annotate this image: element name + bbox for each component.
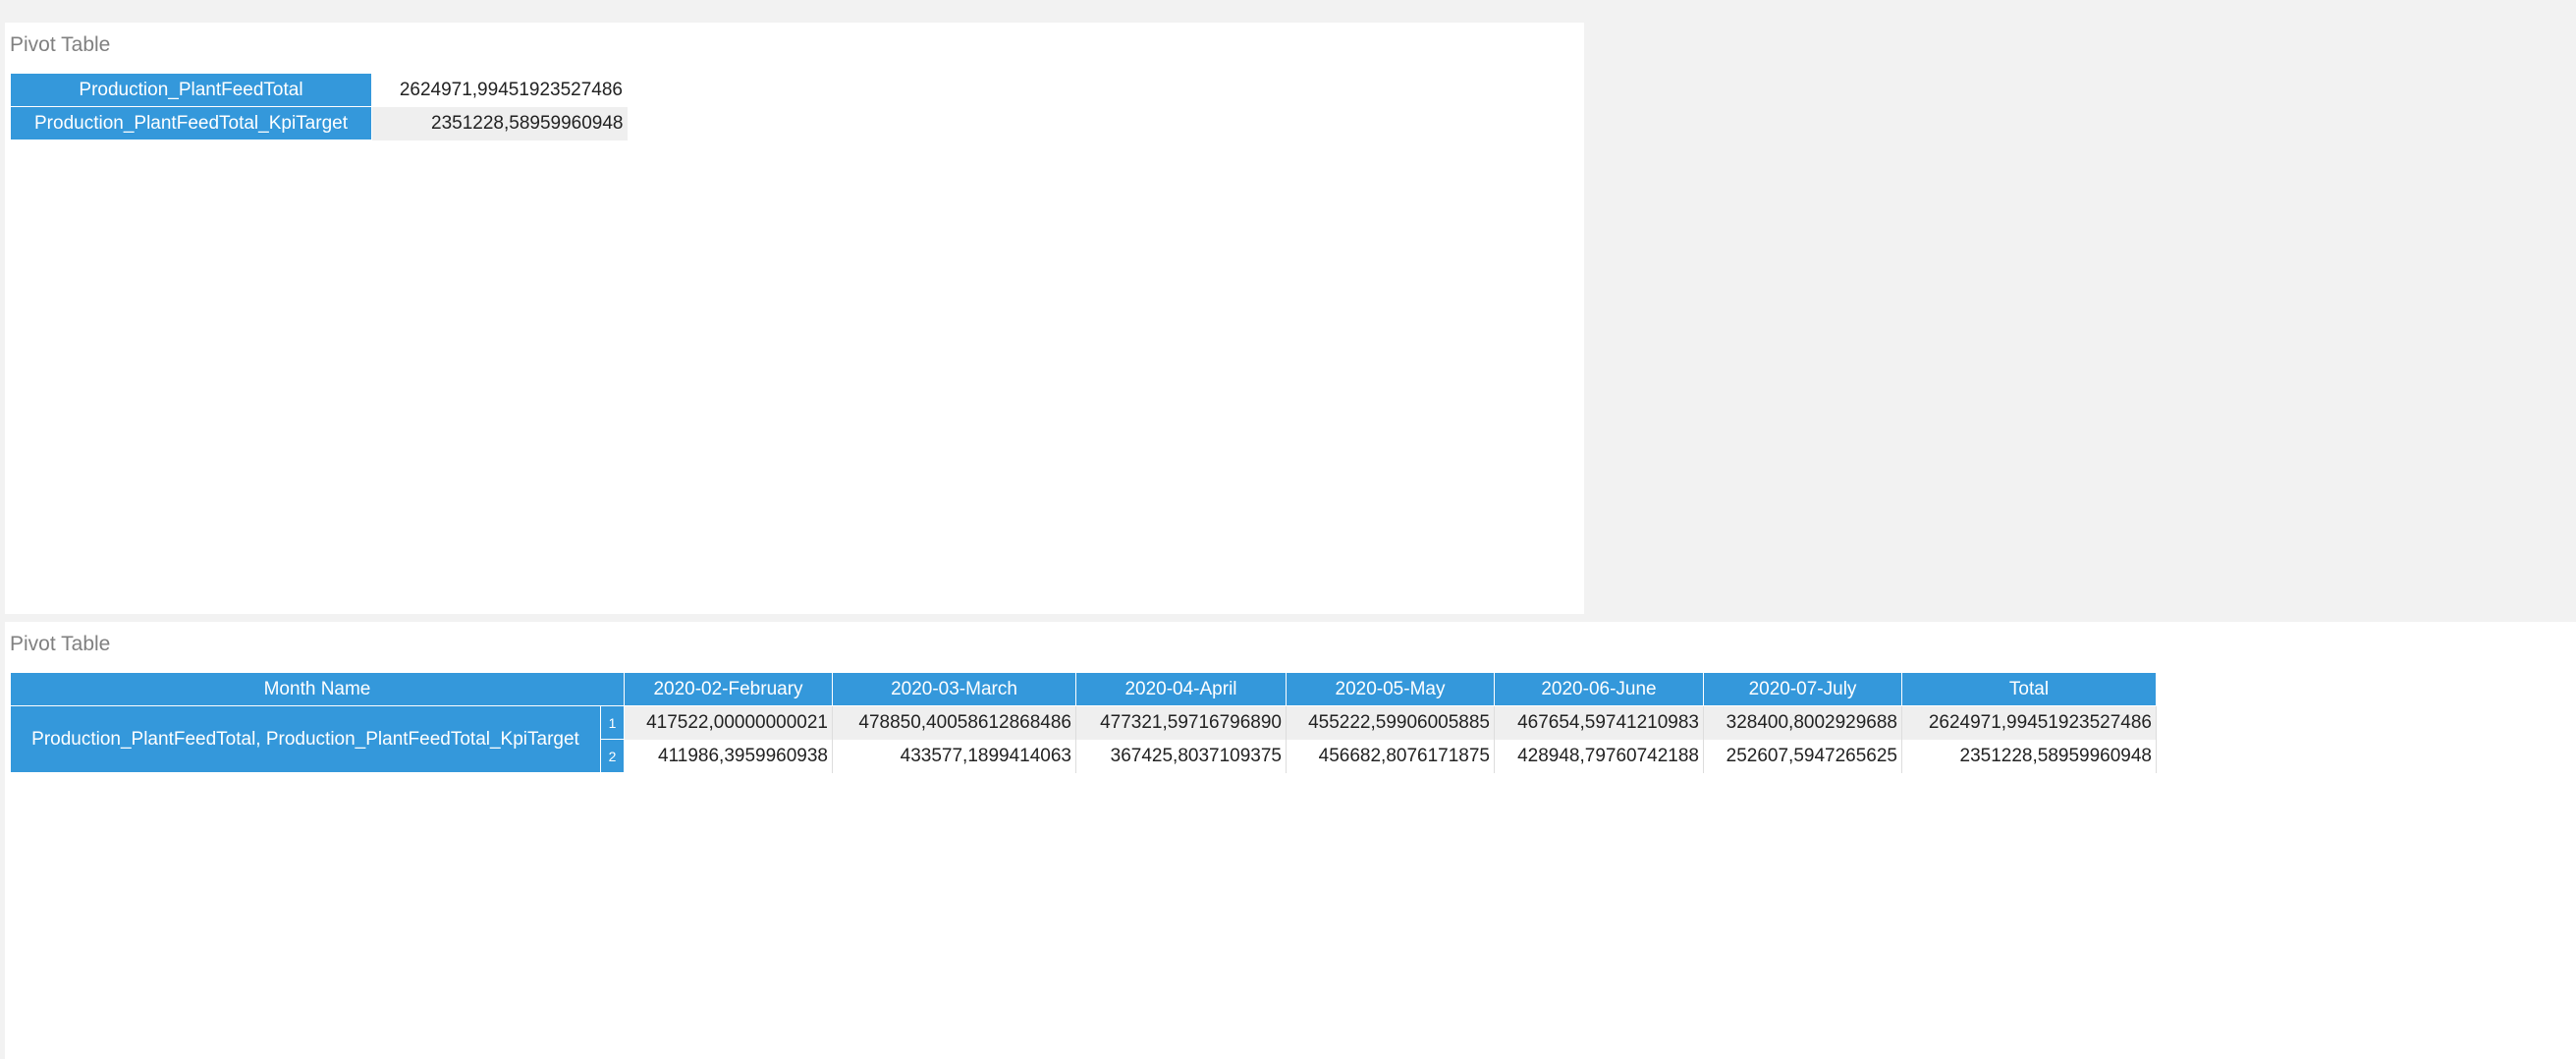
table-row: Production_PlantFeedTotal, Production_Pl… — [10, 705, 2157, 773]
column-header-month[interactable]: 2020-06-June — [1494, 672, 1704, 706]
value-cell[interactable]: 367425,8037109375 — [1075, 739, 1287, 773]
total-cell[interactable]: 2351228,58959960948 — [1901, 739, 2157, 773]
row-index: 1 — [600, 705, 625, 740]
table-row: Production_PlantFeedTotal 2624971,994519… — [10, 73, 628, 107]
column-header-month[interactable]: 2020-02-February — [624, 672, 833, 706]
panel-title: Pivot Table — [10, 33, 111, 56]
column-header-month-name[interactable]: Month Name — [10, 672, 625, 706]
value-cell[interactable]: 252607,5947265625 — [1703, 739, 1902, 773]
value-cell[interactable]: 428948,79760742188 — [1494, 739, 1704, 773]
value-cell[interactable]: 467654,59741210983 — [1494, 705, 1704, 740]
value-cell[interactable]: 433577,1899414063 — [832, 739, 1076, 773]
column-header-month[interactable]: 2020-05-May — [1286, 672, 1495, 706]
monthly-pivot-table: Month Name 2020-02-February 2020-03-Marc… — [10, 672, 2157, 773]
header-row: Month Name 2020-02-February 2020-03-Marc… — [10, 672, 2157, 706]
pivot-panel-monthly: Pivot Table Month Name 2020-02-February … — [5, 622, 2576, 1059]
column-header-month[interactable]: 2020-04-April — [1075, 672, 1287, 706]
value-cell[interactable]: 456682,8076171875 — [1286, 739, 1495, 773]
row-header-plant-feed-total[interactable]: Production_PlantFeedTotal — [10, 73, 372, 107]
total-cell[interactable]: 2624971,99451923527486 — [1901, 705, 2157, 740]
panel-title: Pivot Table — [10, 633, 111, 655]
column-header-month[interactable]: 2020-03-March — [832, 672, 1076, 706]
pivot-panel-kpi: Pivot Table Production_PlantFeedTotal 26… — [5, 23, 1584, 614]
column-header-month[interactable]: 2020-07-July — [1703, 672, 1902, 706]
value-cell[interactable]: 477321,59716796890 — [1075, 705, 1287, 740]
value-cell[interactable]: 417522,00000000021 — [624, 705, 833, 740]
column-header-total[interactable]: Total — [1901, 672, 2157, 706]
value-cell[interactable]: 455222,59906005885 — [1286, 705, 1495, 740]
table-row: Production_PlantFeedTotal_KpiTarget 2351… — [10, 106, 628, 140]
value-cell[interactable]: 2624971,99451923527486 — [371, 73, 628, 107]
row-header-plant-feed-kpi-target[interactable]: Production_PlantFeedTotal_KpiTarget — [10, 106, 372, 140]
kpi-pivot-table: Production_PlantFeedTotal 2624971,994519… — [10, 73, 628, 140]
row-index: 2 — [600, 739, 625, 773]
value-cell[interactable]: 328400,8002929688 — [1703, 705, 1902, 740]
value-cell[interactable]: 2351228,58959960948 — [371, 106, 628, 140]
value-cell[interactable]: 411986,3959960938 — [624, 739, 833, 773]
row-header-measures[interactable]: Production_PlantFeedTotal, Production_Pl… — [10, 705, 601, 773]
value-cell[interactable]: 478850,40058612868486 — [832, 705, 1076, 740]
